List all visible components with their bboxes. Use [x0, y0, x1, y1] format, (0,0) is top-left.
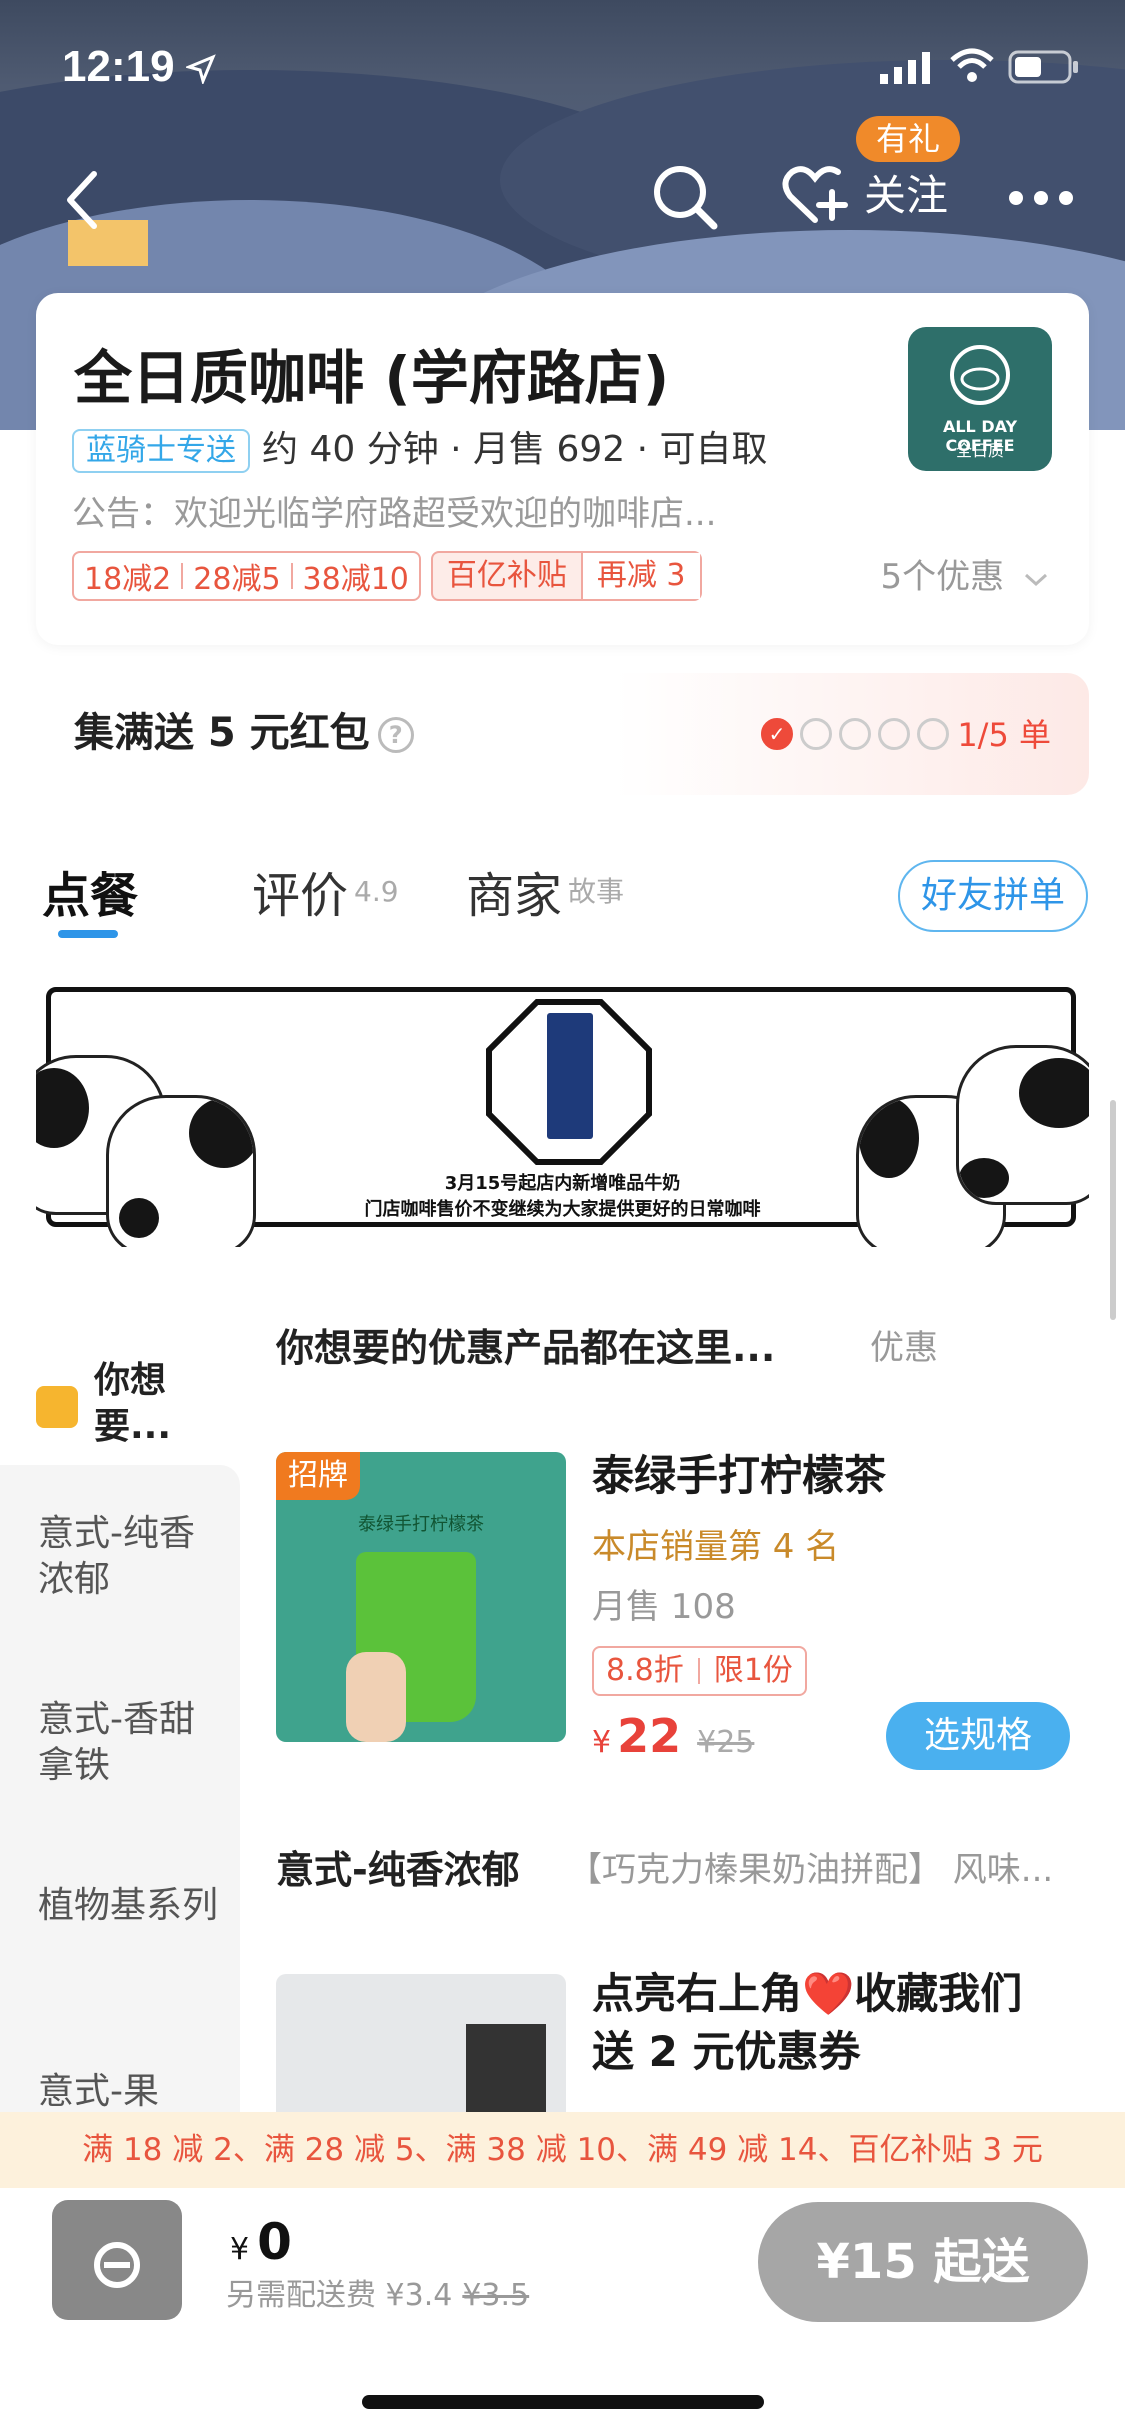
- tab-order-label: 点餐: [42, 868, 139, 924]
- store-notice[interactable]: 公告：欢迎光临学府路超受欢迎的咖啡店...: [72, 489, 716, 539]
- group-order-button[interactable]: 好友拼单: [898, 860, 1088, 932]
- hand-image: [346, 1652, 406, 1742]
- store-info-card: 全日质咖啡 (学府路店) ALL DAY COFFEE 全日质 蓝骑士专送 约 …: [36, 293, 1089, 645]
- reward-progress-dots: ✓: [761, 718, 956, 750]
- milk-carton-image: [547, 1013, 593, 1139]
- delivery-fee: 另需配送费 ¥3.4 ¥3.5: [226, 2274, 529, 2318]
- product-name-line-1[interactable]: 点亮右上角❤️收藏我们: [592, 1966, 1022, 2022]
- product-image-caption: 泰绿手打柠檬茶: [358, 1514, 484, 1535]
- help-icon[interactable]: ?: [377, 717, 414, 753]
- subsidy-tag: 百亿补贴 再减 3: [430, 551, 702, 601]
- tab-reviews-label: 评价: [252, 868, 349, 924]
- price-value: 22: [617, 1709, 682, 1763]
- tab-merchant[interactable]: 商家 故事: [466, 866, 624, 926]
- wifi-icon: [950, 48, 994, 82]
- battery-icon: [1008, 50, 1078, 84]
- promo-item: 28减5: [193, 562, 281, 597]
- tab-reviews[interactable]: 评价 4.9: [252, 866, 399, 926]
- sidebar-list: 意式-纯香浓郁 意式-香甜拿铁 植物基系列 意式-果: [0, 1465, 240, 2165]
- scrollbar[interactable]: [1110, 1100, 1116, 1320]
- sidebar-item-espresso-pure[interactable]: 意式-纯香浓郁: [38, 1511, 218, 1603]
- product-image[interactable]: 泰绿手打柠檬茶 招牌: [276, 1452, 566, 1742]
- follow-label[interactable]: 关注: [864, 166, 948, 226]
- cow-image-left-2: [106, 1095, 256, 1247]
- store-tabs: 点餐 评价 4.9 商家 故事 好友拼单: [0, 830, 1125, 960]
- reward-progress-bar[interactable]: 集满送 5 元红包? ✓ 1/5 单: [36, 673, 1089, 795]
- discount-rate: 8.8折: [606, 1653, 684, 1688]
- select-spec-button[interactable]: 选规格: [886, 1702, 1070, 1770]
- delivery-fee-label: 另需配送费 ¥3.4: [226, 2278, 453, 2313]
- back-icon[interactable]: [62, 168, 102, 232]
- promo-banner[interactable]: 3月15号起店内新增唯品牛奶 门店咖啡售价不变继续为大家提供更好的日常咖啡: [36, 985, 1089, 1247]
- minimum-order-button[interactable]: ¥15 起送: [758, 2202, 1088, 2322]
- cow-image-right-2: [956, 1045, 1089, 1205]
- section-title-offers: 你想要的优惠产品都在这里...: [276, 1326, 776, 1370]
- section-sub-espresso: 【巧克力榛果奶油拼配】 风味...: [568, 1850, 1054, 1890]
- section-title-espresso: 意式-纯香浓郁: [276, 1848, 520, 1892]
- sidebar-item-label: 你想要...: [94, 1360, 172, 1447]
- store-name: 全日质咖啡 (学府路店): [74, 344, 670, 412]
- subsidy-label: 百亿补贴: [446, 558, 567, 593]
- tag-icon: [36, 1386, 78, 1428]
- merchant-story-label: 故事: [568, 875, 625, 908]
- more-icon[interactable]: [1008, 188, 1074, 208]
- counter-image: [466, 2024, 546, 2114]
- cart-icon[interactable]: [52, 2200, 182, 2320]
- cup-logo-icon: [950, 345, 1010, 405]
- subsidy-value: 再减 3: [580, 553, 700, 599]
- promo-item: 38减10: [302, 562, 409, 597]
- product-name-line-2[interactable]: 送 2 元优惠券: [592, 2024, 860, 2080]
- tab-merchant-label: 商家: [466, 868, 563, 924]
- gift-badge: 有礼: [856, 116, 961, 162]
- offers-count: 5个优惠: [880, 557, 1005, 597]
- total-value: 0: [257, 2213, 292, 2271]
- product-name[interactable]: 泰绿手打柠檬茶: [592, 1448, 886, 1504]
- store-logo[interactable]: ALL DAY COFFEE 全日质: [908, 327, 1052, 471]
- tab-active-indicator: [58, 930, 118, 938]
- product-price: ¥22 ¥25: [592, 1706, 754, 1777]
- section-sub-offers: 优惠: [870, 1328, 938, 1368]
- product-sales: 月售 108: [592, 1587, 736, 1627]
- product-rank: 本店销量第 4 名: [592, 1527, 840, 1567]
- location-arrow-icon: [186, 54, 216, 84]
- sidebar-item-plant-based[interactable]: 植物基系列: [38, 1883, 218, 1929]
- review-score: 4.9: [354, 875, 399, 908]
- progress-dot: [917, 718, 949, 750]
- signal-icon: [880, 52, 930, 84]
- progress-dot: [839, 718, 871, 750]
- promo-tags[interactable]: 18减2 28减5 38减10 百亿补贴 再减 3: [72, 551, 702, 601]
- reward-count: 1/5 单: [957, 716, 1051, 754]
- category-sidebar: 你想要... 意式-纯香浓郁 意式-香甜拿铁 植物基系列 意式-果: [0, 1300, 240, 2165]
- sidebar-item-espresso-fruit[interactable]: 意式-果: [38, 2069, 218, 2115]
- progress-dot: [800, 718, 832, 750]
- full-reduction-tag: 18减2 28减5 38减10: [72, 551, 421, 601]
- signature-badge: 招牌: [276, 1452, 360, 1500]
- currency-symbol: ¥: [592, 1725, 612, 1760]
- tab-order[interactable]: 点餐: [42, 866, 138, 926]
- original-price: ¥25: [697, 1725, 755, 1760]
- delivery-tag: 蓝骑士专送: [72, 429, 250, 473]
- search-icon[interactable]: [650, 162, 720, 232]
- logo-text-cn: 全日质: [955, 441, 1004, 460]
- discount-limit: 限1份: [713, 1653, 793, 1688]
- promo-strip: 满 18 减 2、满 28 减 5、满 38 减 10、满 49 减 14、百亿…: [0, 2112, 1125, 2188]
- status-time: 12:19: [62, 42, 175, 91]
- currency-symbol: ¥: [230, 2232, 250, 2267]
- discount-tag: 8.8折 限1份: [592, 1646, 807, 1696]
- promo-item: 18减2: [84, 562, 172, 597]
- delivery-fee-original: ¥3.5: [462, 2278, 530, 2313]
- progress-dot: [878, 718, 910, 750]
- reward-title: 集满送 5 元红包: [74, 710, 370, 756]
- sidebar-item-offers[interactable]: 你想要...: [0, 1330, 240, 1450]
- chevron-down-icon: [1024, 573, 1048, 587]
- status-bar: 12:19: [0, 0, 1125, 130]
- sidebar-item-espresso-latte[interactable]: 意式-香甜拿铁: [38, 1697, 218, 1789]
- progress-dot-done: ✓: [761, 718, 793, 750]
- home-indicator[interactable]: [362, 2395, 764, 2409]
- heart-plus-icon[interactable]: [782, 162, 848, 228]
- product-image[interactable]: [276, 1974, 566, 2114]
- store-meta: 约 40 分钟 · 月售 692 · 可自取: [262, 429, 768, 470]
- offers-dropdown[interactable]: 5个优惠: [881, 557, 1049, 597]
- cart-logo-icon: [94, 2242, 140, 2288]
